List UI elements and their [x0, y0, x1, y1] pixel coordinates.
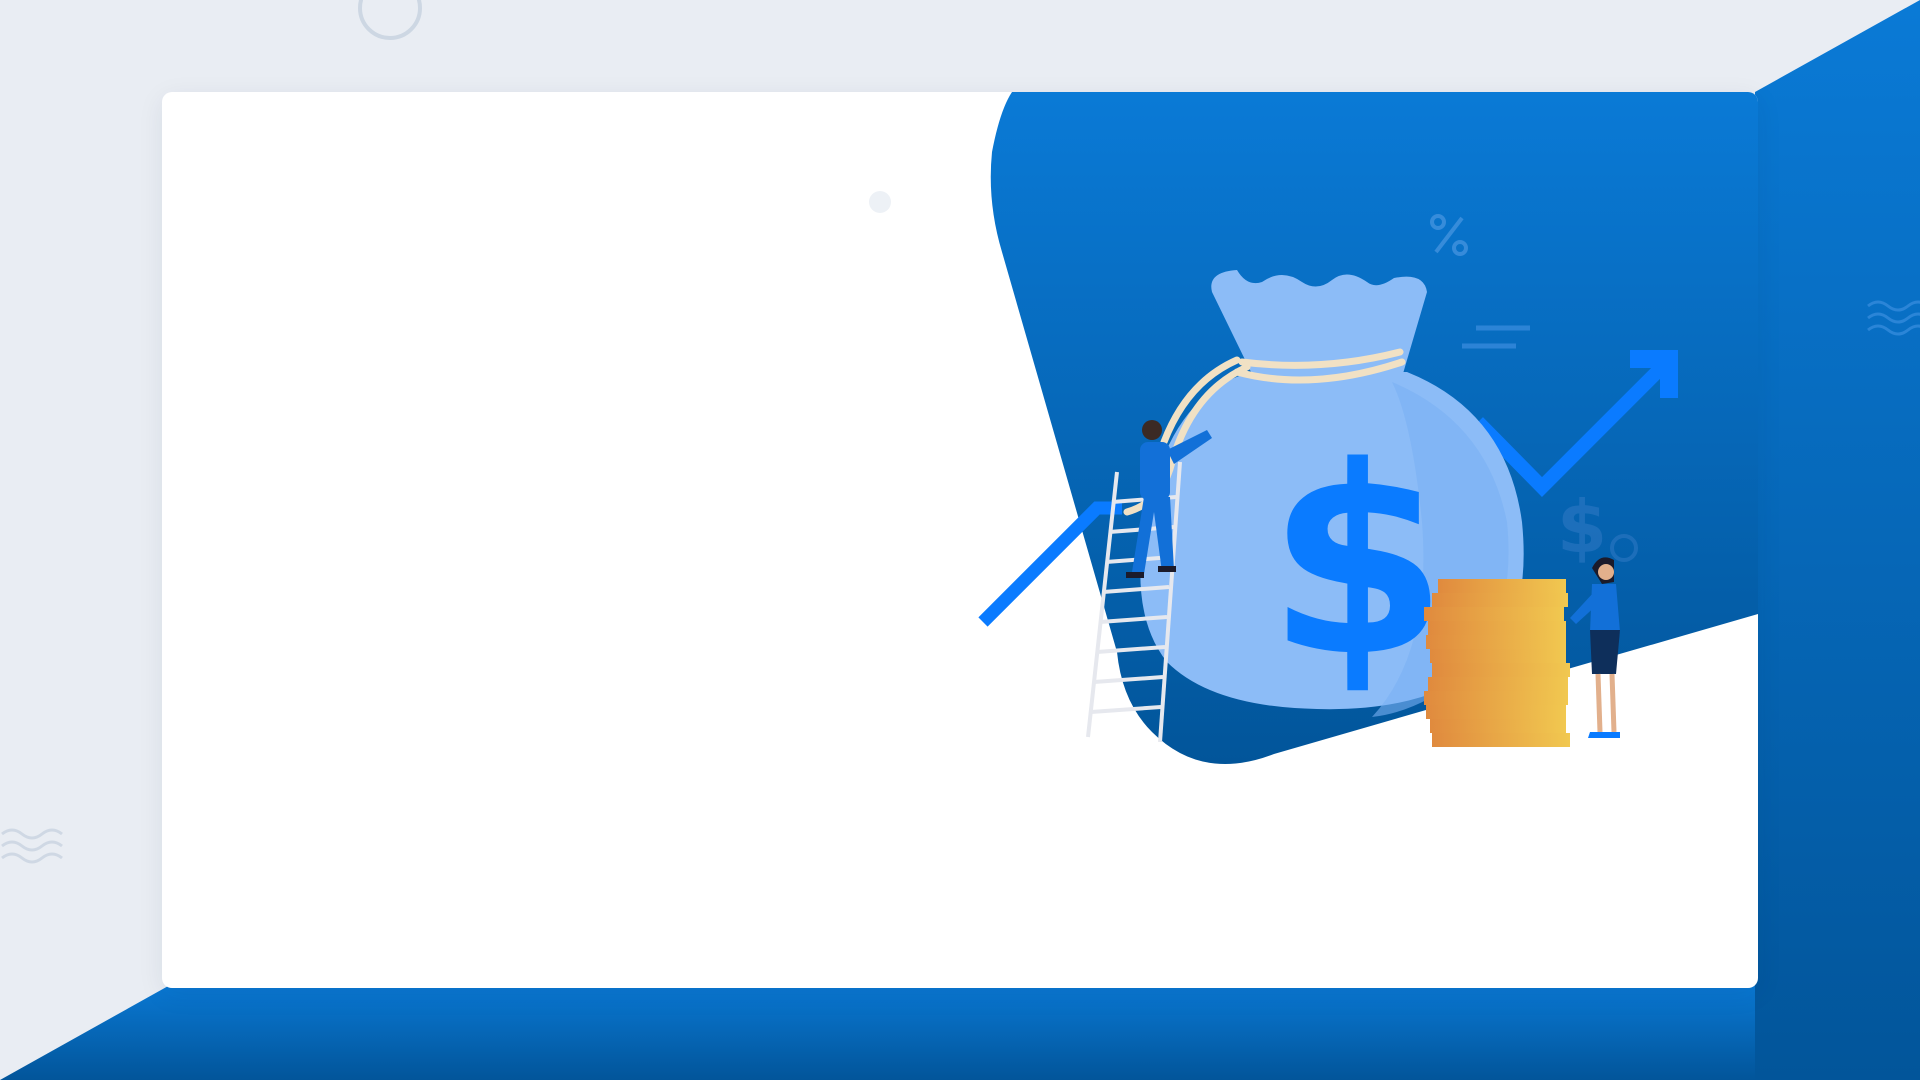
circle-outline-decoration: [358, 0, 422, 40]
dollar-sign-icon: $: [1267, 412, 1448, 714]
bottom-blue-band: [0, 980, 1920, 1080]
right-blue-panel: [1755, 0, 1920, 1080]
svg-text:$: $: [1557, 485, 1607, 569]
finance-illustration: $ $: [869, 92, 1758, 765]
hero-card: $ $: [162, 92, 1758, 988]
coin-stack-icon: [1424, 579, 1570, 747]
dot-decoration: [869, 191, 891, 213]
page: { "colors": { "page_background": "#e9edf…: [0, 0, 1920, 1080]
wave-icon-left: [1, 828, 63, 864]
